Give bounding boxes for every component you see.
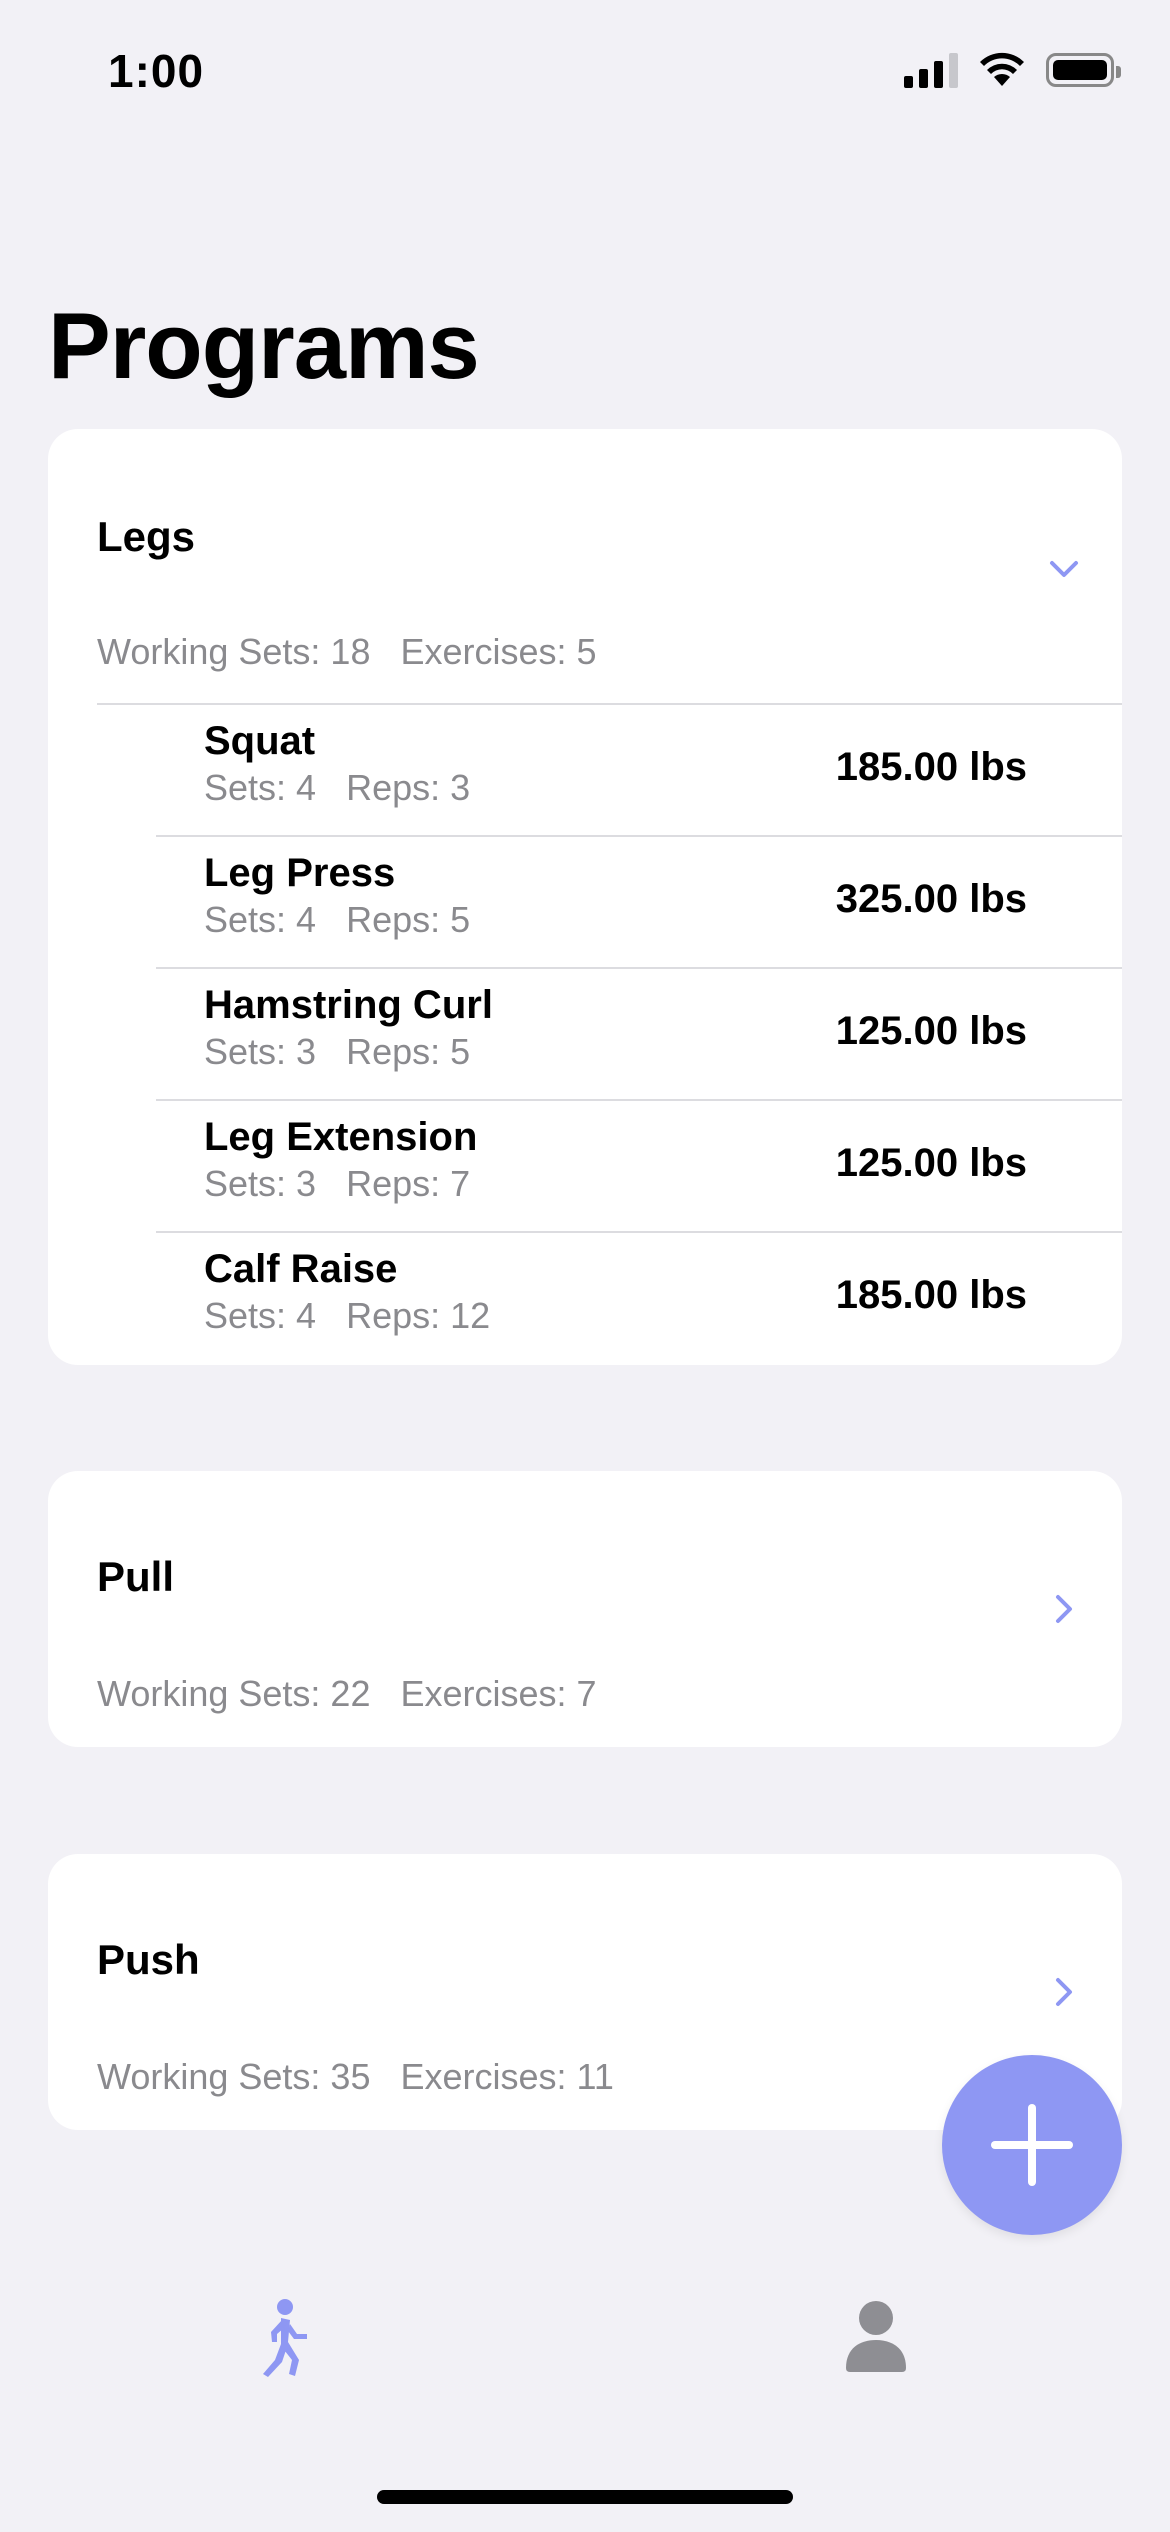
program-name: Pull	[97, 1553, 175, 1600]
sets-text: Sets: 3	[204, 1031, 317, 1072]
status-icons	[904, 52, 1121, 88]
program-summary: Working Sets: 18 Exercises: 5	[97, 631, 597, 673]
reps-text: Reps: 5	[346, 1031, 471, 1072]
chevron-right-icon[interactable]	[1046, 1591, 1082, 1627]
program-summary: Working Sets: 35 Exercises: 11	[97, 2056, 614, 2098]
reps-text: Reps: 3	[346, 767, 471, 808]
tab-programs[interactable]	[255, 2298, 319, 2378]
exercise-weight: 325.00 lbs	[835, 877, 1027, 921]
exercise-details: Sets: 4 Reps: 12	[204, 1295, 490, 1337]
program-card-pull[interactable]: Pull Working Sets: 22 Exercises: 7	[48, 1471, 1122, 1747]
cellular-signal-icon	[904, 52, 958, 88]
battery-icon	[1046, 53, 1121, 87]
exercise-row[interactable]: Leg Extension Sets: 3 Reps: 7 125.00 lbs	[156, 1101, 1122, 1233]
exercise-name: Squat	[204, 719, 316, 763]
program-card-legs[interactable]: Legs Working Sets: 18 Exercises: 5 Squat…	[48, 429, 1122, 1365]
exercise-row[interactable]: Calf Raise Sets: 4 Reps: 12 185.00 lbs	[156, 1233, 1122, 1365]
exercise-row[interactable]: Squat Sets: 4 Reps: 3 185.00 lbs	[156, 705, 1122, 837]
person-icon	[846, 2301, 906, 2372]
program-summary: Working Sets: 22 Exercises: 7	[97, 1673, 597, 1715]
reps-text: Reps: 5	[346, 899, 471, 940]
exercise-row[interactable]: Hamstring Curl Sets: 3 Reps: 5 125.00 lb…	[156, 969, 1122, 1101]
chevron-down-icon[interactable]	[1046, 551, 1082, 587]
walk-icon	[263, 2299, 307, 2377]
working-sets-count: Working Sets: 22	[97, 1673, 371, 1714]
working-sets-count: Working Sets: 35	[97, 2056, 371, 2097]
plus-icon	[991, 2104, 1073, 2186]
exercises-count: Exercises: 5	[400, 631, 597, 672]
page-title: Programs	[48, 293, 480, 398]
exercise-details: Sets: 4 Reps: 3	[204, 767, 470, 809]
exercise-details: Sets: 3 Reps: 7	[204, 1163, 470, 1205]
add-program-button[interactable]	[942, 2055, 1122, 2235]
exercise-row[interactable]: Leg Press Sets: 4 Reps: 5 325.00 lbs	[156, 837, 1122, 969]
program-name: Legs	[97, 513, 196, 560]
sets-text: Sets: 3	[204, 1163, 317, 1204]
exercise-details: Sets: 4 Reps: 5	[204, 899, 470, 941]
working-sets-count: Working Sets: 18	[97, 631, 371, 672]
exercises-count: Exercises: 11	[400, 2056, 614, 2097]
chevron-right-icon[interactable]	[1046, 1974, 1082, 2010]
exercise-weight: 185.00 lbs	[835, 745, 1027, 789]
exercise-weight: 125.00 lbs	[835, 1009, 1027, 1053]
sets-text: Sets: 4	[204, 767, 317, 808]
exercise-weight: 125.00 lbs	[835, 1141, 1027, 1185]
status-time: 1:00	[108, 45, 205, 97]
exercises-count: Exercises: 7	[400, 1673, 597, 1714]
reps-text: Reps: 7	[346, 1163, 471, 1204]
exercise-weight: 185.00 lbs	[835, 1273, 1027, 1317]
sets-text: Sets: 4	[204, 1295, 317, 1336]
exercise-details: Sets: 3 Reps: 5	[204, 1031, 470, 1073]
exercise-name: Leg Extension	[204, 1115, 478, 1159]
exercise-name: Calf Raise	[204, 1247, 398, 1291]
reps-text: Reps: 12	[346, 1295, 491, 1336]
sets-text: Sets: 4	[204, 899, 317, 940]
wifi-icon	[980, 52, 1024, 86]
exercise-name: Hamstring Curl	[204, 983, 493, 1027]
exercise-name: Leg Press	[204, 851, 396, 895]
tab-profile[interactable]	[844, 2300, 908, 2372]
program-name: Push	[97, 1936, 200, 1983]
home-indicator[interactable]	[377, 2490, 793, 2504]
